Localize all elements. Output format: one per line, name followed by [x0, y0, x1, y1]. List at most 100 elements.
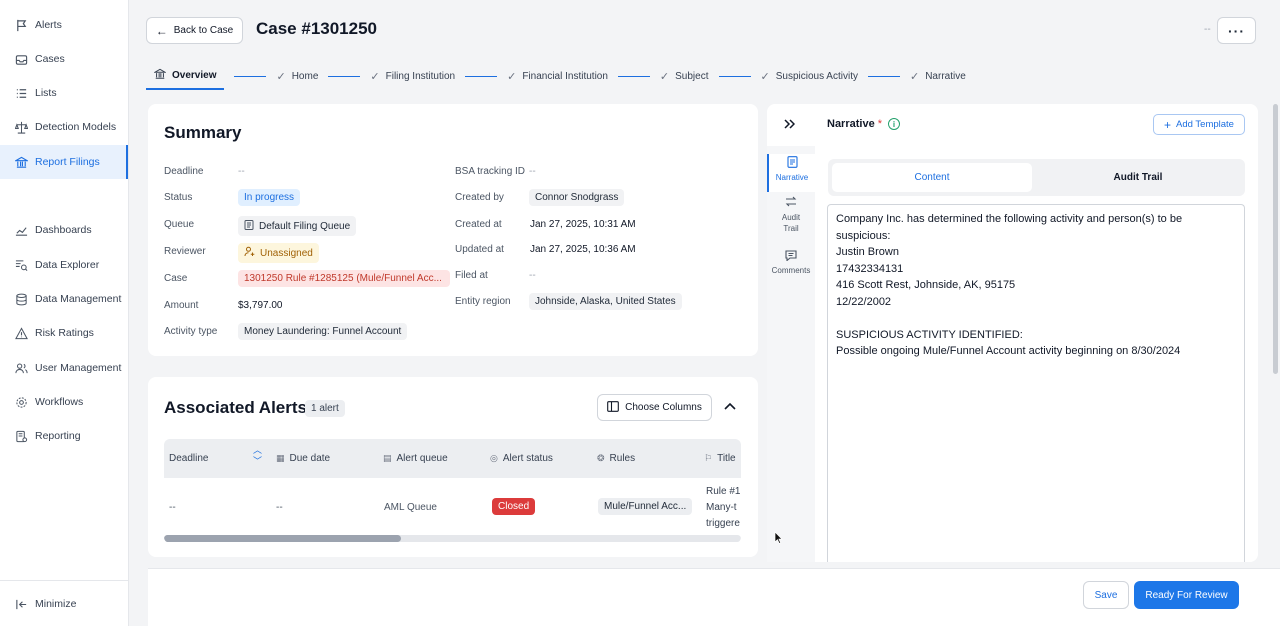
step-filing-institution[interactable]: ✓ Filing Institution	[370, 64, 455, 88]
updated-at-value: Jan 27, 2025, 10:36 AM	[530, 244, 636, 255]
column-header-alert-status[interactable]: ◎ Alert status	[490, 453, 553, 464]
column-header-due-date[interactable]: ▦ Due date	[276, 453, 330, 464]
list-icon	[14, 86, 28, 100]
sidebar-item-workflows[interactable]: Workflows	[0, 385, 128, 419]
sidebar-item-reporting[interactable]: Reporting	[0, 419, 128, 453]
check-icon: ✓	[909, 70, 920, 83]
double-chevron-right-icon[interactable]	[784, 116, 796, 132]
sidebar-item-label: User Management	[35, 362, 122, 374]
gear-icon	[14, 395, 28, 409]
narrative-textarea[interactable]: Company Inc. has determined the followin…	[827, 204, 1245, 562]
side-tab-comments[interactable]: Comments	[767, 250, 815, 282]
cell-title-line: triggere	[706, 518, 740, 529]
collapse-left-icon	[14, 597, 28, 611]
step-connector	[465, 75, 498, 77]
more-options-button[interactable]: ···	[1217, 17, 1256, 44]
bank-icon	[14, 155, 28, 169]
side-tab-audit-trail[interactable]: Audit Trail	[767, 196, 815, 236]
sidebar-item-label: Dashboards	[35, 224, 92, 236]
sidebar-item-alerts[interactable]: Alerts	[0, 8, 128, 42]
page-scrollbar[interactable]	[1273, 104, 1278, 374]
ready-for-review-button[interactable]: Ready For Review	[1134, 581, 1239, 609]
save-button[interactable]: Save	[1083, 581, 1129, 609]
column-header-title[interactable]: ⚐ Title	[704, 453, 736, 464]
step-label: Suspicious Activity	[775, 70, 858, 82]
narrative-tabs: Content Audit Trail	[828, 159, 1245, 196]
associated-alerts-card: Associated Alerts 1 alert Choose Columns…	[148, 377, 758, 557]
report-icon	[14, 429, 28, 443]
column-header-rules[interactable]: ❂ Rules	[597, 453, 635, 464]
column-header-deadline[interactable]: Deadline	[169, 453, 208, 464]
check-icon: ✓	[370, 70, 380, 83]
sidebar-item-data-explorer[interactable]: Data Explorer	[0, 248, 128, 282]
step-connector	[867, 75, 900, 77]
column-header-label: Title	[717, 453, 736, 464]
table-horizontal-scrollbar[interactable]	[164, 535, 741, 542]
header-dash: --	[1204, 24, 1211, 35]
tab-audit-trail[interactable]: Audit Trail	[1034, 163, 1242, 192]
step-home[interactable]: ✓ Home	[276, 64, 318, 88]
step-suspicious-activity[interactable]: ✓ Suspicious Activity	[761, 64, 858, 88]
sort-icon[interactable]: ︿ ﹀	[253, 445, 262, 467]
side-tab-narrative[interactable]: Narrative	[767, 154, 815, 192]
deadline-label: Deadline	[164, 166, 204, 177]
step-connector	[234, 75, 267, 77]
back-to-case-button[interactable]: ← Back to Case	[146, 17, 243, 44]
sidebar-item-dashboards[interactable]: Dashboards	[0, 213, 128, 247]
add-template-button[interactable]: + Add Template	[1153, 114, 1245, 135]
side-tab-label: Narrative	[775, 173, 809, 182]
entity-region-chip: Johnside, Alaska, United States	[529, 293, 682, 310]
sidebar-item-label: Risk Ratings	[35, 327, 94, 339]
entity-region-label: Entity region	[455, 296, 511, 307]
reviewer-chip[interactable]: Unassigned	[238, 243, 319, 263]
amount-value: $3,797.00	[238, 300, 283, 311]
cell-title-line: Rule #1	[706, 486, 741, 497]
flag-icon	[14, 18, 28, 32]
scrollbar-thumb[interactable]	[164, 535, 401, 542]
reviewer-label: Reviewer	[164, 246, 206, 257]
choose-columns-button[interactable]: Choose Columns	[597, 394, 712, 421]
comment-icon	[767, 250, 815, 264]
alerts-title: Associated Alerts	[164, 398, 307, 417]
sidebar-item-user-management[interactable]: User Management	[0, 351, 128, 385]
alert-count-badge: 1 alert	[305, 400, 345, 417]
status-circle-icon: ◎	[490, 453, 498, 463]
queue-value: Default Filing Queue	[259, 220, 351, 232]
cell-alert-status-badge: Closed	[492, 498, 536, 515]
ellipsis-icon: ···	[1228, 22, 1245, 39]
filed-at-label: Filed at	[455, 270, 488, 281]
step-label: Subject	[675, 70, 709, 82]
plus-icon: +	[1164, 117, 1172, 132]
column-header-alert-queue[interactable]: ▤ Alert queue	[383, 453, 448, 464]
add-template-label: Add Template	[1176, 119, 1234, 130]
document-icon	[769, 156, 815, 171]
step-narrative[interactable]: ✓ Narrative	[910, 64, 966, 88]
case-link[interactable]: 1301250 Rule #1285125 (Mule/Funnel Acc..…	[238, 270, 450, 287]
narrative-panel: Narrative Audit Trail Comments Narrative…	[767, 104, 1258, 562]
step-subject[interactable]: ✓ Subject	[660, 64, 709, 88]
queue-chip[interactable]: Default Filing Queue	[238, 216, 357, 236]
alerts-table: Deadline ︿ ﹀ ▦ Due date ▤ Alert queue ◎ Aler…	[164, 439, 741, 543]
sidebar-item-report-filings[interactable]: Report Filings	[0, 145, 128, 179]
calendar-icon: ▦	[276, 453, 285, 463]
info-icon[interactable]: i	[887, 118, 900, 130]
sidebar-item-data-management[interactable]: Data Management	[0, 282, 128, 316]
search-list-icon	[14, 258, 28, 272]
step-overview[interactable]: Overview	[146, 62, 225, 90]
side-tab-label: Comments	[771, 266, 811, 275]
step-connector	[718, 75, 751, 77]
sidebar-item-lists[interactable]: Lists	[0, 76, 128, 110]
sidebar-item-detection-models[interactable]: Detection Models	[0, 110, 128, 144]
rules-icon: ❂	[597, 453, 605, 463]
check-icon: ✓	[276, 70, 286, 83]
created-at-label: Created at	[455, 219, 502, 230]
tab-content[interactable]: Content	[832, 163, 1032, 192]
chevron-up-icon[interactable]	[724, 399, 736, 413]
column-header-label: Due date	[289, 453, 331, 464]
side-tab-label: Audit Trail	[781, 213, 801, 233]
step-financial-institution[interactable]: ✓ Financial Institution	[507, 64, 608, 88]
sidebar-item-risk-ratings[interactable]: Risk Ratings	[0, 316, 128, 350]
minimize-button[interactable]: Minimize	[0, 587, 128, 621]
narrative-title-text: Narrative	[827, 118, 875, 130]
sidebar-item-cases[interactable]: Cases	[0, 42, 128, 76]
